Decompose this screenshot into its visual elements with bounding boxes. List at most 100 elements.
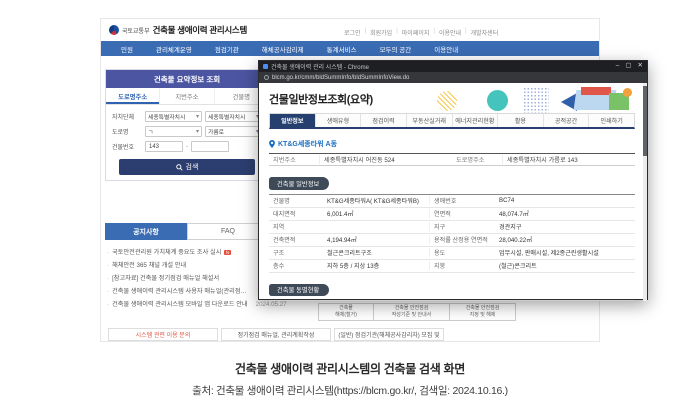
page-title: 건물일반정보조회(요약) xyxy=(269,87,373,107)
tab-real-estate[interactable]: 부동산실거래 xyxy=(407,114,453,127)
road-address-label: 도로명주소 xyxy=(452,155,502,164)
tab-energy[interactable]: 에너지관리현황 xyxy=(453,114,499,127)
nav-demolition-supervision[interactable]: 해체공사감리제 xyxy=(262,44,304,54)
figure: 국토교통부 건축물 생애이력 관리시스템 로그인| 회원가입| 마이페이지| 이… xyxy=(0,0,700,418)
cell-label: 지역 xyxy=(269,222,327,231)
minimize-button[interactable]: – xyxy=(616,63,620,70)
teal-circle-decor xyxy=(487,90,508,111)
column-header: 변동원인 xyxy=(591,301,635,302)
tab-inspection-history[interactable]: 점검이력 xyxy=(361,114,407,127)
address-summary-row: 지번주소 세종특별자치시 어진동 524 도로명주소 세종특별자치시 가름로 1… xyxy=(269,153,635,166)
roadname-select[interactable]: 가름로▾ xyxy=(205,126,262,137)
decorative-illustration xyxy=(435,87,635,113)
address-bar[interactable]: blcm.go.kr/cmm/bldSummInfo/bldSummInfoVi… xyxy=(259,72,647,83)
url-text: blcm.go.kr/cmm/bldSummInfo/bldSummInfoVi… xyxy=(272,75,409,81)
cell-value: 업무시설, 판매시설, 제2종근린생활시설 xyxy=(499,248,635,257)
table-row: 지역 지구경관지구 xyxy=(269,221,635,234)
bullet: · xyxy=(107,288,109,295)
cell-label: 건물명 xyxy=(269,196,327,205)
road-label: 도로명 xyxy=(112,127,142,136)
nav-inspection-agency[interactable]: 점검기관 xyxy=(215,44,239,54)
quick-cell-inspection-guide[interactable]: 건축물 안전점검작성기준 및 안내서 xyxy=(374,303,450,321)
road-address-value: 세종특별자치시 가름로 143 xyxy=(502,155,635,164)
footer-links: 시스템 관련 이용 문의 정기점검 매뉴얼, 관리계획작성 (일반) 점검기관(… xyxy=(108,328,444,341)
tab-faq[interactable]: FAQ xyxy=(187,223,269,240)
window-title: 건축물 생애이력 관리 시스템 - Chrome xyxy=(271,62,613,71)
location-pin-icon xyxy=(269,140,275,148)
cell-value: KT&G세종타워A( KT&G세종타워B) xyxy=(327,196,429,205)
nav-statistics[interactable]: 통계서비스 xyxy=(327,44,357,54)
recruit-link[interactable]: (일반) 점검기관(해체공사감리자) 모집 및 xyxy=(334,328,444,341)
tab-notice[interactable]: 공지사항 xyxy=(105,223,187,240)
ministry-logo-icon xyxy=(109,25,119,35)
region-label: 자치단체 xyxy=(112,112,142,121)
building-name-link[interactable]: KT&G세종타워 A동 xyxy=(278,139,337,149)
nav-management[interactable]: 관리체계운영 xyxy=(156,44,192,54)
form-row-building-no: 건물번호 143 - xyxy=(112,139,262,154)
new-badge: N xyxy=(224,250,230,255)
site-info-icon xyxy=(264,75,269,80)
cell-value: BC74 xyxy=(499,197,635,204)
building-no-main-input[interactable]: 143 xyxy=(145,141,183,152)
tab-lifecycle[interactable]: 생애유형 xyxy=(316,114,362,127)
table-row: 구조철근콘크리트구조 용도업무시설, 판매시설, 제2종근린생활시설 xyxy=(269,247,635,260)
login-link[interactable]: 로그인 xyxy=(344,28,361,37)
column-header: 용도 xyxy=(399,301,491,302)
maximize-button[interactable]: ▢ xyxy=(625,63,631,70)
popup-body: 건물일반정보조회(요약) 일반정보 생애유형 점검이력 부동산실거래 에너지관리… xyxy=(259,83,647,301)
tab-usage[interactable]: 활용 xyxy=(498,114,544,127)
cell-label: 건축면적 xyxy=(269,235,327,244)
tab-public-space[interactable]: 공적공간 xyxy=(544,114,590,127)
sigungu-select[interactable]: 세종특별자치시▾ xyxy=(205,111,262,122)
popup-tabs: 일반정보 생애유형 점검이력 부동산실거래 에너지관리현황 활용 공적공간 인쇄… xyxy=(269,113,635,129)
lot-address-value: 세종특별자치시 어진동 524 xyxy=(319,155,452,164)
nav-community[interactable]: 모두의 공간 xyxy=(380,44,412,54)
building-no-sub-input[interactable] xyxy=(191,141,229,152)
search-panel-title: 건축물 요약정보 조회 xyxy=(106,70,268,88)
sido-select[interactable]: 세종특별자치시▾ xyxy=(145,111,202,122)
window-controls: – ▢ ✕ xyxy=(616,63,643,70)
guide-link[interactable]: 이용안내 xyxy=(439,28,461,37)
table-row: 층수지하 5층 / 지상 13층 지붕(철근)콘크리트 xyxy=(269,260,635,273)
scrollbar-track[interactable] xyxy=(643,83,647,301)
bullet: · xyxy=(107,301,109,308)
tab-lot-address[interactable]: 지번주소 xyxy=(160,88,214,104)
figure-source: 출처: 건축물 생애이력 관리시스템(https://blcm.go.kr/, … xyxy=(0,383,700,398)
window-titlebar[interactable]: 건축물 생애이력 관리 시스템 - Chrome – ▢ ✕ xyxy=(259,61,647,72)
tab-road-address[interactable]: 도로명주소 xyxy=(106,88,160,104)
board-tabs: 공지사항 FAQ xyxy=(105,223,269,240)
page-favicon xyxy=(263,64,268,69)
close-button[interactable]: ✕ xyxy=(638,63,643,70)
column-header: 면적 xyxy=(491,301,543,302)
cell-label: 층수 xyxy=(269,261,327,270)
devcenter-link[interactable]: 개발자센터 xyxy=(471,28,499,37)
scrollbar-thumb[interactable] xyxy=(643,86,647,156)
nav-minwon[interactable]: 민원 xyxy=(121,44,133,54)
site-brand[interactable]: 국토교통부 건축물 생애이력 관리시스템 xyxy=(109,24,247,36)
divider: | xyxy=(433,28,435,37)
mypage-link[interactable]: 마이페이지 xyxy=(402,28,430,37)
manual-link[interactable]: 정기점검 매뉴얼, 관리계획작성 xyxy=(221,328,331,341)
quick-cell-demolition[interactable]: 건축물해체(철거) xyxy=(318,303,374,321)
dot-grid-decor xyxy=(523,87,549,113)
chrome-popup-window: 건축물 생애이력 관리 시스템 - Chrome – ▢ ✕ blcm.go.k… xyxy=(258,60,648,300)
cell-label: 용도 xyxy=(429,248,499,257)
section-badge-general-info: 건축물 일반정보 xyxy=(269,177,329,190)
quick-cell-designation[interactable]: 건축물 안전점검지정 및 해제 xyxy=(450,303,516,321)
search-form: 자치단체 세종특별자치시▾ 세종특별자치시▾ 도로명 ㄱ▾ 가름로▾ 건물번호 … xyxy=(106,105,268,175)
building-no-label: 건물번호 xyxy=(112,142,142,151)
initial-select[interactable]: ㄱ▾ xyxy=(145,126,202,137)
lot-address-label: 지번주소 xyxy=(269,155,319,164)
cell-label: 구조 xyxy=(269,248,327,257)
site-header: 국토교통부 건축물 생애이력 관리시스템 로그인| 회원가입| 마이페이지| 이… xyxy=(101,19,599,41)
general-info-table: 건물명KT&G세종타워A( KT&G세종타워B) 생애번호BC74 대지면적6,… xyxy=(269,194,635,273)
signup-link[interactable]: 회원가입 xyxy=(370,28,392,37)
tab-general-info[interactable]: 일반정보 xyxy=(270,114,316,127)
site-title: 건축물 생애이력 관리시스템 xyxy=(153,24,247,36)
tab-print[interactable]: 인쇄하기 xyxy=(589,114,634,127)
nav-usage-guide[interactable]: 이용안내 xyxy=(434,44,458,54)
figure-caption: 건축물 생애이력 관리시스템의 건축물 검색 화면 xyxy=(0,360,700,377)
search-button[interactable]: 검색 xyxy=(119,159,255,175)
system-inquiry-link[interactable]: 시스템 관련 이용 문의 xyxy=(108,328,218,341)
cell-value: 28,040.22㎡ xyxy=(499,235,635,244)
